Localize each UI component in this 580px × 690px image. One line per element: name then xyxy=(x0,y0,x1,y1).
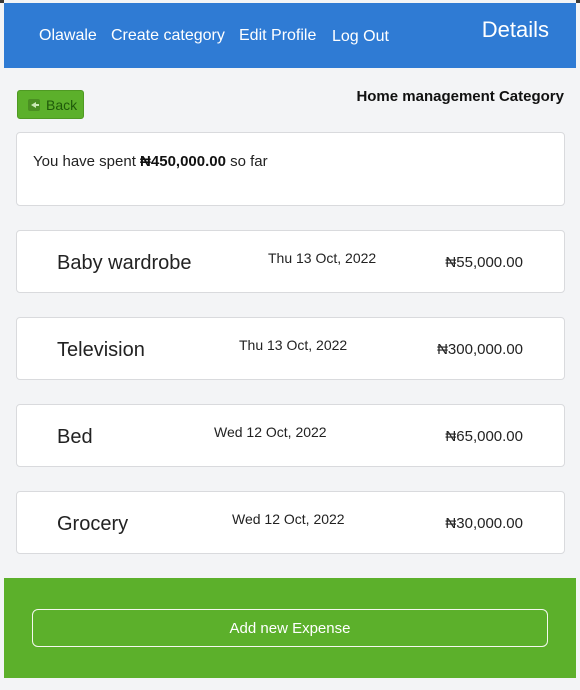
nav-link-profile-name[interactable]: Olawale xyxy=(39,27,97,45)
summary-suffix: so far xyxy=(225,153,268,170)
expense-name: Baby wardrobe xyxy=(57,252,192,274)
page-title: Details xyxy=(481,17,549,42)
nav-link-log-out[interactable]: Log Out xyxy=(332,28,389,46)
expense-name: Grocery xyxy=(57,513,129,535)
expense-item[interactable]: Bed Wed 12 Oct, 2022 ₦65,000.00 xyxy=(16,404,565,467)
nav-link-edit-profile[interactable]: Edit Profile xyxy=(239,27,316,45)
expense-amount: ₦30,000.00 xyxy=(445,515,523,532)
top-navbar: Olawale Create category Edit Profile Log… xyxy=(4,3,576,68)
footer-bar: Add new Expense xyxy=(4,578,576,678)
expense-date: Thu 13 Oct, 2022 xyxy=(239,337,348,353)
summary-total-amount: ₦450,000.00 xyxy=(140,153,226,170)
back-arrow-icon xyxy=(28,98,40,111)
expense-date: Thu 13 Oct, 2022 xyxy=(268,250,377,266)
expense-amount: ₦300,000.00 xyxy=(437,341,523,358)
back-button[interactable]: Back xyxy=(17,90,84,119)
expense-amount: ₦55,000.00 xyxy=(445,254,523,271)
nav-link-create-category[interactable]: Create category xyxy=(111,27,225,45)
summary-prefix: You have spent xyxy=(33,153,141,170)
spending-summary-card: You have spent ₦450,000.00 so far xyxy=(16,132,565,206)
expense-name: Television xyxy=(57,339,145,361)
add-new-expense-button[interactable]: Add new Expense xyxy=(32,609,548,647)
expense-item[interactable]: Television Thu 13 Oct, 2022 ₦300,000.00 xyxy=(16,317,565,380)
expense-item[interactable]: Grocery Wed 12 Oct, 2022 ₦30,000.00 xyxy=(16,491,565,554)
expense-amount: ₦65,000.00 xyxy=(445,428,523,445)
expense-date: Wed 12 Oct, 2022 xyxy=(214,424,327,440)
expense-item[interactable]: Baby wardrobe Thu 13 Oct, 2022 ₦55,000.0… xyxy=(16,230,565,293)
expense-date: Wed 12 Oct, 2022 xyxy=(232,511,345,527)
bottom-strip xyxy=(0,678,580,690)
back-button-label: Back xyxy=(46,96,78,113)
category-heading: Home management Category xyxy=(356,88,564,105)
expense-name: Bed xyxy=(57,426,93,448)
